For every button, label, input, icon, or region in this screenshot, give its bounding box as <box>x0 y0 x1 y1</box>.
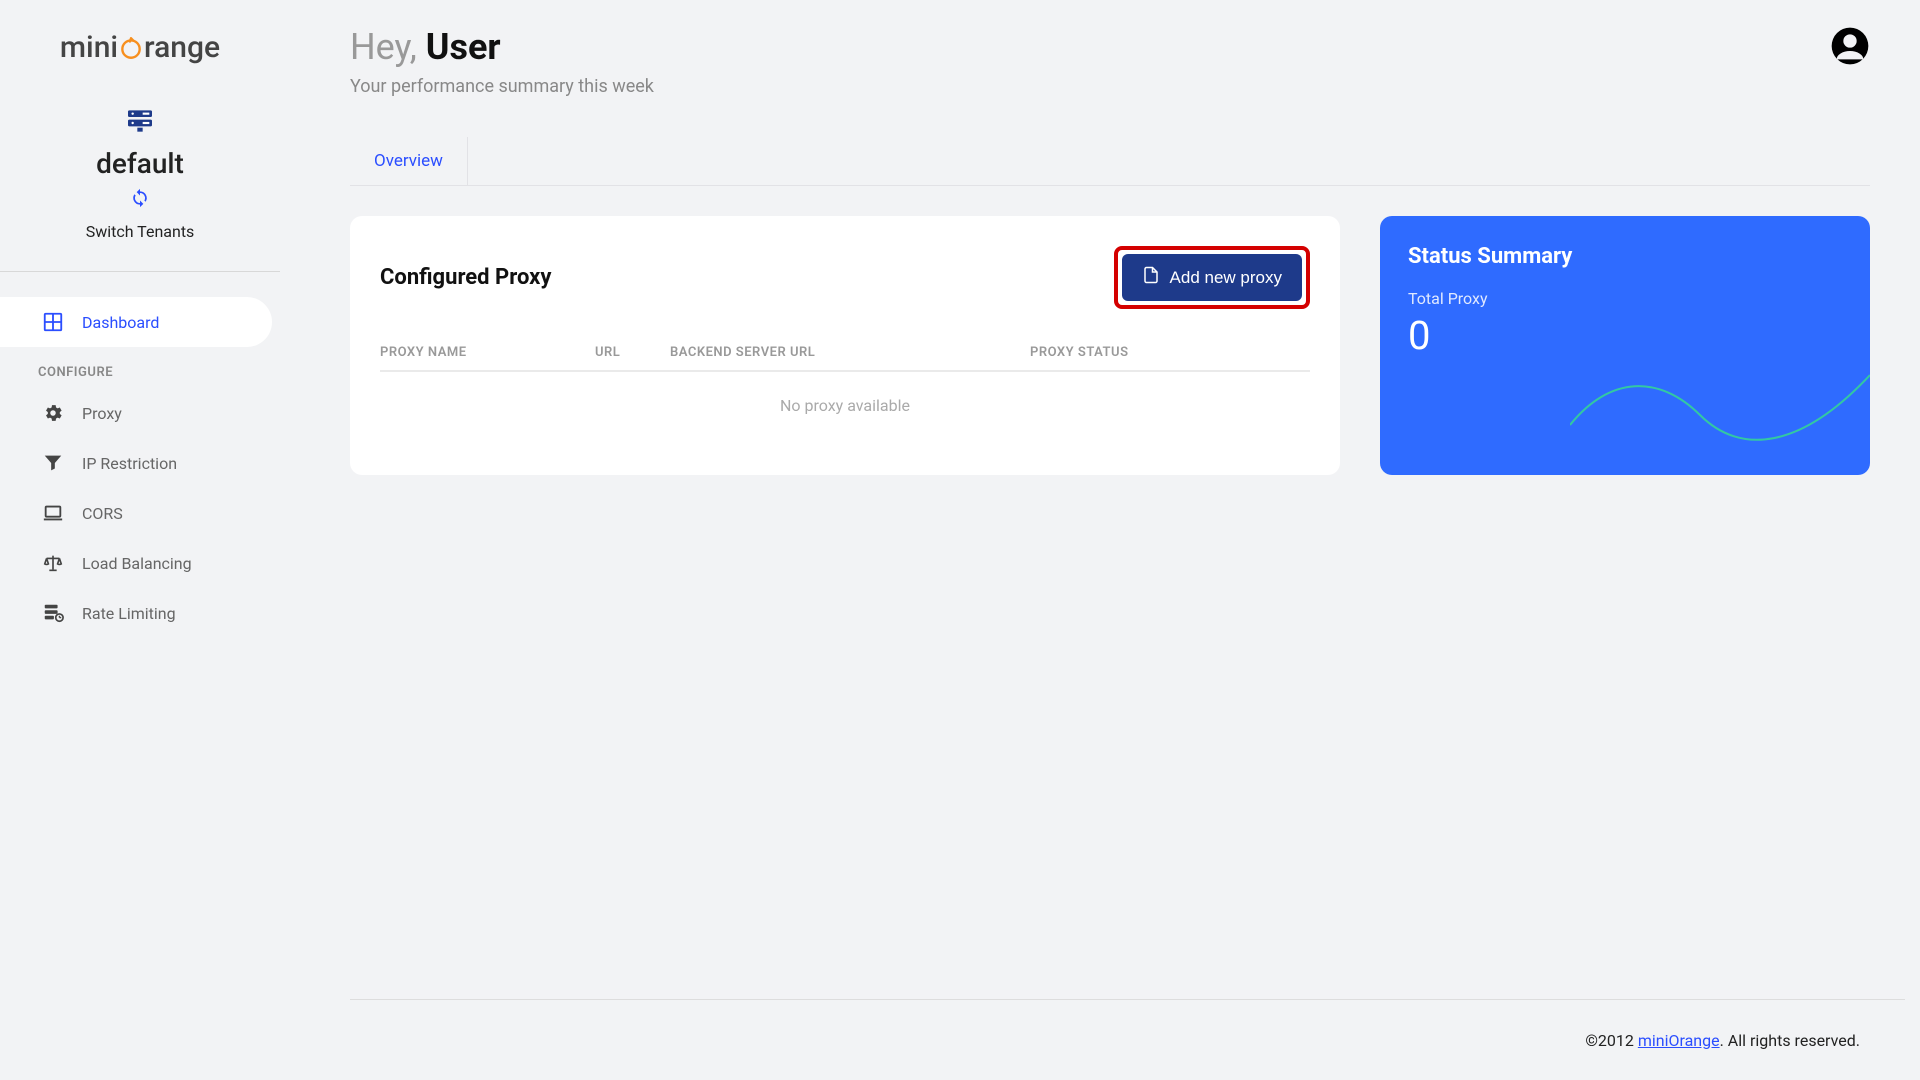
button-label: Add new proxy <box>1170 268 1282 288</box>
subtitle: Your performance summary this week <box>350 76 654 97</box>
status-value: 0 <box>1408 312 1842 359</box>
sidebar-item-label: Load Balancing <box>82 554 192 573</box>
avatar[interactable] <box>1830 26 1870 70</box>
sidebar-item-label: IP Restriction <box>82 454 177 473</box>
configured-proxy-card: Configured Proxy Add new proxy PROXY NAM… <box>350 216 1340 475</box>
sidebar-item-label: Rate Limiting <box>82 604 176 623</box>
sidebar-item-ip-restriction[interactable]: IP Restriction <box>0 438 280 488</box>
footer-rights: . All rights reserved. <box>1720 1031 1860 1050</box>
sidebar-item-label: CORS <box>82 504 123 523</box>
empty-state: No proxy available <box>380 372 1310 445</box>
footer-copyright: ©2012 <box>1585 1031 1638 1050</box>
tenant-name: default <box>96 147 184 180</box>
sidebar-item-rate-limiting[interactable]: Rate Limiting <box>0 588 280 638</box>
filter-icon <box>42 452 64 474</box>
sidebar-item-proxy[interactable]: Proxy <box>0 388 280 438</box>
footer-divider <box>350 999 1905 1000</box>
status-title: Status Summary <box>1408 244 1842 269</box>
card-title: Configured Proxy <box>380 265 551 290</box>
orange-icon <box>118 35 144 61</box>
brand-text-part1: mini <box>60 30 118 65</box>
nav-section-configure: CONFIGURE <box>0 347 280 388</box>
tenant-section: default Switch Tenants <box>0 105 280 272</box>
main-content: Hey, User Your performance summary this … <box>280 0 1920 1080</box>
brand-logo: mini range <box>0 30 280 65</box>
footer: ©2012 miniOrange. All rights reserved. <box>1585 1031 1860 1050</box>
col-url: URL <box>595 345 670 360</box>
dashboard-icon <box>42 311 64 333</box>
brand-text-part2: range <box>144 30 220 65</box>
col-backend-url: BACKEND SERVER URL <box>670 345 1030 360</box>
add-proxy-highlight: Add new proxy <box>1114 246 1310 309</box>
sidebar-item-label: Dashboard <box>82 313 159 332</box>
content-row: Configured Proxy Add new proxy PROXY NAM… <box>350 216 1870 475</box>
sidebar: mini range default Switch Tenants Dashbo… <box>0 0 280 1080</box>
greeting: Hey, User <box>350 26 654 68</box>
status-summary-card: Status Summary Total Proxy 0 <box>1380 216 1870 475</box>
laptop-icon <box>42 502 64 524</box>
sync-icon[interactable] <box>130 188 150 212</box>
tab-overview[interactable]: Overview <box>350 137 468 185</box>
gear-icon <box>42 402 64 424</box>
tabs: Overview <box>350 137 1870 186</box>
sidebar-item-load-balancing[interactable]: Load Balancing <box>0 538 280 588</box>
greeting-prefix: Hey, <box>350 26 426 68</box>
col-proxy-name: PROXY NAME <box>380 345 595 360</box>
scale-icon <box>42 552 64 574</box>
file-plus-icon <box>1142 266 1160 289</box>
username: User <box>426 26 501 68</box>
sidebar-item-cors[interactable]: CORS <box>0 488 280 538</box>
add-new-proxy-button[interactable]: Add new proxy <box>1122 254 1302 301</box>
col-proxy-status: PROXY STATUS <box>1030 345 1310 360</box>
table-header: PROXY NAME URL BACKEND SERVER URL PROXY … <box>380 335 1310 372</box>
wave-decoration <box>1570 365 1870 455</box>
rate-limit-icon <box>42 602 64 624</box>
server-icon <box>122 105 158 137</box>
sidebar-item-label: Proxy <box>82 404 122 423</box>
sidebar-item-dashboard[interactable]: Dashboard <box>0 297 272 347</box>
status-label: Total Proxy <box>1408 289 1842 308</box>
switch-tenants-link[interactable]: Switch Tenants <box>86 222 195 241</box>
footer-link[interactable]: miniOrange <box>1638 1031 1720 1050</box>
page-header: Hey, User Your performance summary this … <box>350 26 1870 97</box>
